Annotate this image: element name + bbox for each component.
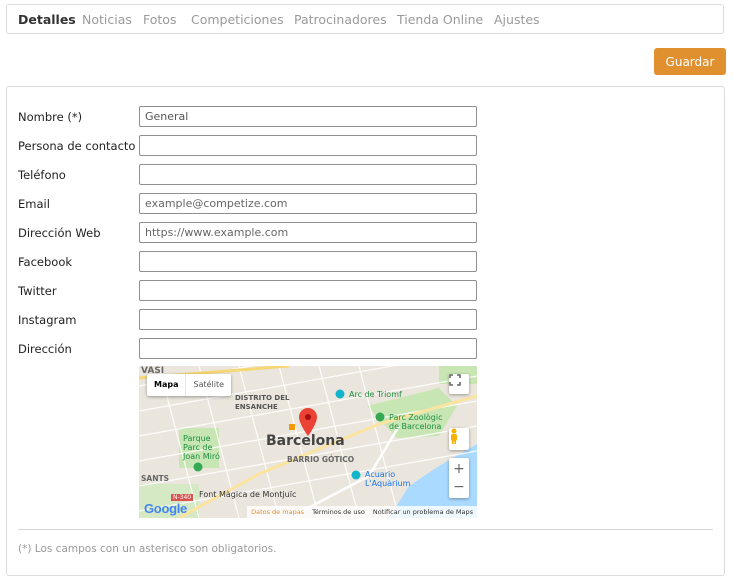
tab-patrocinadores[interactable]: Patrocinadores [294,12,387,27]
required-fields-note: (*) Los campos con un asterisco son obli… [18,543,277,555]
web-label: Dirección Web [18,226,101,240]
save-button[interactable]: Guardar [654,48,726,75]
map-terms-link[interactable]: Términos de uso [308,506,369,518]
contact-label: Persona de contacto [18,139,136,153]
tab-tienda-online[interactable]: Tienda Online [397,12,483,27]
tab-bar: Detalles Noticias Fotos Competiciones Pa… [6,4,724,34]
email-input[interactable] [139,193,477,214]
map-footer: Datos de mapas Términos de uso Notificar… [139,506,477,518]
tab-ajustes[interactable]: Ajustes [494,12,540,27]
fullscreen-icon[interactable] [449,374,469,394]
location-map[interactable]: Mapa Satélite + − VASI DISTRITO DEL ENSA… [139,366,477,518]
twitter-input[interactable] [139,280,477,301]
tab-competiciones[interactable]: Competiciones [191,12,284,27]
contact-input[interactable] [139,135,477,156]
map-type-satellite[interactable]: Satélite [185,374,231,396]
address-label: Dirección [18,342,72,356]
street-view-pegman-icon[interactable] [449,428,469,450]
tab-detalles[interactable]: Detalles [18,12,76,27]
zoom-out-button[interactable]: − [453,478,465,496]
map-data-link[interactable]: Datos de mapas [247,506,309,518]
zoom-controls: + − [449,458,469,498]
facebook-input[interactable] [139,251,477,272]
name-input[interactable] [139,106,477,127]
instagram-input[interactable] [139,309,477,330]
address-input[interactable] [139,338,477,359]
web-input[interactable] [139,222,477,243]
map-report-link[interactable]: Notificar un problema de Maps [368,506,477,518]
name-label: Nombre (*) [18,110,83,124]
phone-label: Teléfono [18,168,66,182]
phone-input[interactable] [139,164,477,185]
map-type-toggle: Mapa Satélite [147,374,232,396]
zoom-in-button[interactable]: + [453,460,465,478]
divider [18,529,713,530]
email-label: Email [18,197,50,211]
instagram-label: Instagram [18,313,77,327]
facebook-label: Facebook [18,255,73,269]
twitter-label: Twitter [18,284,57,298]
tab-noticias[interactable]: Noticias [82,12,132,27]
map-type-map[interactable]: Mapa [147,374,185,396]
tab-fotos[interactable]: Fotos [143,12,176,27]
